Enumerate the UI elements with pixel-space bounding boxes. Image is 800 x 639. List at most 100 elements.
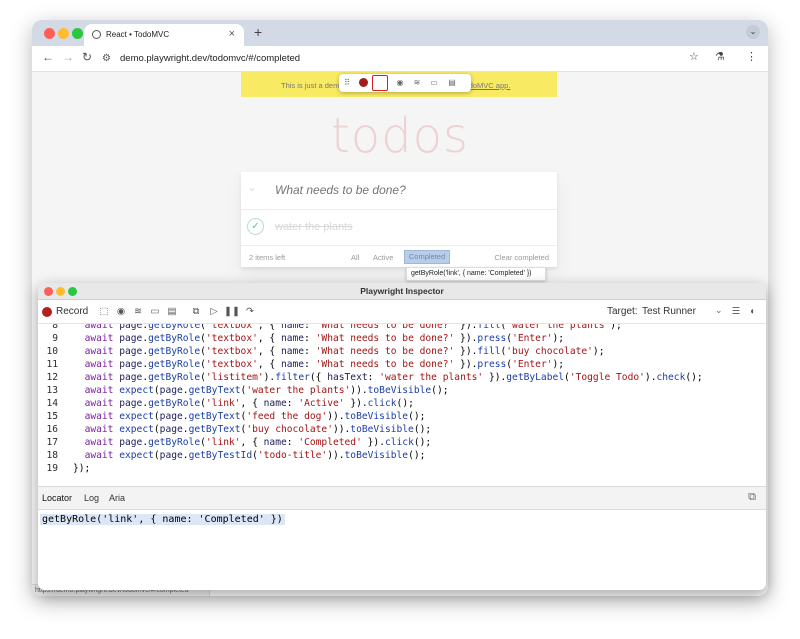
step-over-icon[interactable]: ↷ (242, 304, 258, 320)
theme-toggle-icon[interactable]: ◐ (745, 304, 761, 320)
target-select[interactable]: Test Runner (642, 306, 696, 317)
code-token: name (280, 359, 305, 370)
assert-snapshot-icon[interactable]: ▤ (445, 76, 459, 90)
tab-close-icon[interactable]: × (229, 28, 235, 40)
code-token: page (159, 411, 183, 422)
line-number: 11 (46, 359, 58, 370)
minimize-window-button[interactable] (58, 28, 69, 39)
code-token: await (84, 424, 114, 435)
bookmark-star-icon[interactable]: ☆ (689, 50, 699, 63)
code-token: 'link' (205, 398, 241, 409)
tab-aria[interactable]: Aria (109, 493, 125, 503)
code-token: page (119, 398, 143, 409)
forward-icon[interactable]: → (62, 50, 74, 64)
locator-editor[interactable]: getByRole('link', { name: 'Completed' }) (38, 510, 766, 590)
close-inspector-button[interactable] (44, 287, 53, 296)
code-token: await (84, 398, 114, 409)
record-icon[interactable] (42, 307, 52, 317)
code-token: (); (408, 411, 426, 422)
assert-text-icon[interactable]: ≋ (410, 76, 424, 90)
settings-lines-icon[interactable]: ☰ (728, 304, 744, 320)
maximize-window-button[interactable] (72, 28, 83, 39)
pick-locator-icon[interactable]: ⬚ (96, 304, 112, 320)
labs-flask-icon[interactable]: ⚗ (715, 50, 725, 63)
code-token: ). (644, 372, 657, 383)
assert-snapshot-icon[interactable]: ▤ (164, 304, 180, 320)
copy-icon[interactable]: ⧉ (188, 304, 204, 320)
filter-completed[interactable]: Completed (404, 250, 450, 264)
code-token: page (119, 324, 143, 331)
assert-visibility-icon[interactable]: ◉ (393, 76, 407, 90)
code-token: 'water the plants' (246, 385, 351, 396)
code-token: name (280, 324, 305, 331)
back-icon[interactable]: ← (42, 50, 54, 64)
clear-completed-button[interactable]: Clear completed (494, 253, 549, 262)
code-token: click (384, 437, 414, 448)
toggle-all-chevron-icon[interactable]: ⌄ (247, 180, 257, 194)
code-line: 16 await expect(page.getByText('buy choc… (38, 424, 431, 437)
code-token: (); (408, 450, 426, 461)
code-token: 'Completed' (298, 437, 362, 448)
code-token: , { (257, 346, 281, 357)
code-token: }). (454, 346, 478, 357)
assert-value-icon[interactable]: ▭ (147, 304, 163, 320)
filter-all[interactable]: All (351, 253, 359, 262)
new-tab-button[interactable]: + (254, 24, 262, 40)
close-window-button[interactable] (44, 28, 55, 39)
code-token: page (159, 450, 183, 461)
assert-visibility-icon[interactable]: ◉ (113, 304, 129, 320)
filter-active[interactable]: Active (373, 253, 393, 262)
site-settings-icon[interactable]: ⚙ (102, 50, 111, 68)
drag-handle-icon[interactable]: ⠿ (340, 76, 354, 90)
pause-icon[interactable]: ❚❚ (224, 304, 240, 320)
maximize-inspector-button[interactable] (68, 287, 77, 296)
chevron-down-icon[interactable]: ⌄ (715, 305, 723, 316)
tab-log[interactable]: Log (84, 493, 99, 503)
inspector-title: Playwright Inspector (360, 286, 444, 296)
reload-icon[interactable]: ↻ (82, 50, 92, 64)
todos-heading: todos (330, 108, 470, 164)
code-token: page (119, 333, 143, 344)
address-bar[interactable]: ⚙ demo.playwright.dev/todomvc/#/complete… (102, 50, 702, 68)
copy-locator-icon[interactable]: ⧉ (748, 491, 756, 504)
code-token: 'textbox' (205, 333, 258, 344)
browser-menu-icon[interactable]: ⋮ (746, 50, 757, 63)
code-token: await (84, 324, 114, 331)
code-token: name (280, 346, 305, 357)
code-token: 'What needs to be done?' (315, 324, 455, 331)
tab-locator[interactable]: Locator (42, 493, 72, 503)
code-token: ({ (309, 372, 328, 383)
code-token: (); (685, 372, 703, 383)
record-button-label[interactable]: Record (56, 306, 88, 317)
code-token: click (367, 398, 397, 409)
toggle-todo-checkbox[interactable]: ✓ (247, 218, 264, 235)
minimize-inspector-button[interactable] (56, 287, 65, 296)
code-token: await (84, 411, 114, 422)
code-token: )). (327, 450, 345, 461)
code-token: 'Enter' (512, 359, 553, 370)
code-token: hasText (327, 372, 368, 383)
code-editor[interactable]: 8 await page.getByRole('textbox', { name… (38, 324, 766, 480)
code-token: 'What needs to be done?' (315, 333, 455, 344)
code-token: expect (119, 385, 154, 396)
browser-tab[interactable]: React • TodoMVC × (84, 24, 244, 46)
inspector-titlebar: Playwright Inspector (38, 283, 766, 300)
code-token: page (159, 424, 183, 435)
inspector-tabs: Locator Log Aria ⧉ (38, 486, 766, 510)
pick-locator-icon[interactable] (372, 75, 388, 91)
assert-text-icon[interactable]: ≋ (130, 304, 146, 320)
code-token: 'Toggle Todo' (569, 372, 645, 383)
code-token: : (286, 437, 299, 448)
code-token: , { (240, 398, 264, 409)
code-token: press (477, 359, 507, 370)
record-icon[interactable] (359, 78, 368, 87)
tab-search-icon[interactable]: ⌄ (746, 25, 760, 39)
line-number: 8 (52, 324, 58, 331)
resume-icon[interactable]: ▷ (206, 304, 222, 320)
code-token: await (84, 346, 114, 357)
new-todo-input[interactable] (275, 182, 545, 198)
assert-value-icon[interactable]: ▭ (427, 76, 441, 90)
